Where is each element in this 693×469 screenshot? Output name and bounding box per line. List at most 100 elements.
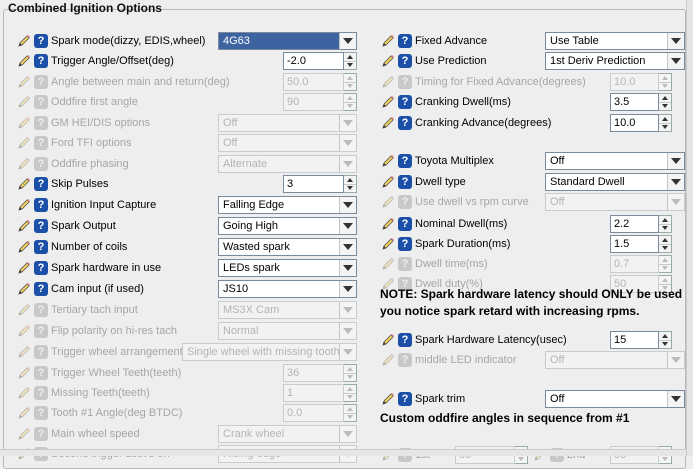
decrement-arrow-icon [515, 456, 527, 464]
chevron-down-icon[interactable] [667, 391, 684, 407]
option-row-flip-polarity-on-hi-res-tach: ? Flip polarity on hi-res tach [17, 321, 177, 341]
edit-pencil-icon[interactable] [17, 240, 31, 254]
number-of-coils-dropdown[interactable]: Wasted spark [218, 238, 357, 256]
edit-pencil-icon[interactable] [381, 34, 395, 48]
spinner-value-field[interactable]: 3 [283, 175, 344, 193]
skip-pulses-spinner[interactable]: 3 [283, 175, 357, 193]
decrement-arrow-icon[interactable] [659, 225, 671, 233]
edit-pencil-icon[interactable] [17, 54, 31, 68]
chevron-down-icon[interactable] [339, 281, 356, 297]
help-icon[interactable]: ? [398, 116, 412, 130]
increment-arrow-icon[interactable] [344, 53, 356, 62]
trigger-angle-offset-deg-spinner[interactable]: -2.0 [283, 52, 357, 70]
chevron-down-icon[interactable] [667, 153, 684, 169]
help-icon[interactable]: ? [398, 333, 412, 347]
decrement-arrow-icon[interactable] [659, 245, 671, 253]
spinner-value-field[interactable]: 10.0 [610, 114, 659, 132]
fixed-advance-dropdown[interactable]: Use Table [545, 32, 685, 50]
help-icon[interactable]: ? [398, 237, 412, 251]
spark-output-dropdown[interactable]: Going High [218, 217, 357, 235]
decrement-arrow-icon [344, 394, 356, 402]
help-icon[interactable]: ? [34, 54, 48, 68]
option-label: Fixed Advance [415, 35, 488, 47]
increment-arrow-icon[interactable] [659, 115, 671, 124]
spinner-value-field: 0.0 [283, 404, 344, 422]
help-icon[interactable]: ? [34, 219, 48, 233]
chevron-down-icon[interactable] [339, 197, 356, 213]
edit-pencil-icon[interactable] [381, 175, 395, 189]
vertical-scrollbar[interactable] [686, 0, 693, 456]
edit-pencil-icon[interactable] [17, 34, 31, 48]
help-icon[interactable]: ? [34, 34, 48, 48]
edit-pencil-icon[interactable] [17, 198, 31, 212]
chevron-down-icon[interactable] [339, 33, 356, 49]
spinner-value-field: 10.0 [610, 73, 659, 91]
increment-arrow-icon[interactable] [659, 216, 671, 225]
decrement-arrow-icon[interactable] [344, 62, 356, 70]
increment-arrow-icon[interactable] [659, 236, 671, 245]
edit-pencil-icon[interactable] [381, 392, 395, 406]
help-icon[interactable]: ? [34, 177, 48, 191]
edit-pencil-icon[interactable] [381, 116, 395, 130]
spinner-value-field[interactable]: 2.2 [610, 215, 659, 233]
edit-pencil-icon[interactable] [381, 333, 395, 347]
cranking-advance-degrees-spinner[interactable]: 10.0 [610, 114, 672, 132]
help-icon[interactable]: ? [398, 95, 412, 109]
toyota-multiplex-dropdown[interactable]: Off [545, 152, 685, 170]
spinner-value-field[interactable]: 15 [610, 331, 659, 349]
horizontal-scrollbar[interactable] [0, 449, 686, 456]
help-icon[interactable]: ? [398, 54, 412, 68]
edit-pencil-icon[interactable] [17, 219, 31, 233]
edit-pencil-icon[interactable] [17, 177, 31, 191]
spark-trim-dropdown[interactable]: Off [545, 390, 685, 408]
increment-arrow-icon[interactable] [344, 176, 356, 185]
decrement-arrow-icon[interactable] [659, 124, 671, 132]
nominal-dwell-ms-spinner[interactable]: 2.2 [610, 215, 672, 233]
help-icon[interactable]: ? [398, 217, 412, 231]
chevron-down-icon[interactable] [339, 218, 356, 234]
help-icon[interactable]: ? [398, 175, 412, 189]
increment-arrow-icon[interactable] [659, 94, 671, 103]
decrement-arrow-icon[interactable] [659, 103, 671, 111]
cam-input-if-used-dropdown[interactable]: JS10 [218, 280, 357, 298]
option-label: Toyota Multiplex [415, 155, 494, 167]
edit-pencil-icon[interactable] [381, 154, 395, 168]
help-icon[interactable]: ? [34, 240, 48, 254]
help-icon[interactable]: ? [34, 261, 48, 275]
edit-pencil-icon[interactable] [17, 261, 31, 275]
edit-pencil-icon[interactable] [381, 237, 395, 251]
decrement-arrow-icon[interactable] [344, 185, 356, 193]
dwell-type-dropdown[interactable]: Standard Dwell [545, 173, 685, 191]
option-label: Tertiary tach input [51, 304, 138, 316]
chevron-down-icon[interactable] [339, 260, 356, 276]
edit-pencil-icon[interactable] [381, 95, 395, 109]
help-icon[interactable]: ? [398, 392, 412, 406]
decrement-arrow-icon[interactable] [659, 341, 671, 349]
help-icon[interactable]: ? [34, 198, 48, 212]
chevron-down-icon [339, 115, 356, 131]
option-row-timing-for-fixed-advance-degrees: ? Timing for Fixed Advance(degrees) [381, 72, 586, 92]
chevron-down-icon[interactable] [667, 174, 684, 190]
spinner-value-field[interactable]: 3.5 [610, 93, 659, 111]
cranking-dwell-ms-spinner[interactable]: 3.5 [610, 93, 672, 111]
edit-pencil-icon[interactable] [381, 54, 395, 68]
use-prediction-dropdown[interactable]: 1st Deriv Prediction [545, 52, 685, 70]
edit-pencil-icon[interactable] [381, 217, 395, 231]
spinner-value-field[interactable]: 1.5 [610, 235, 659, 253]
chevron-down-icon[interactable] [339, 239, 356, 255]
spinner-value-field[interactable]: -2.0 [283, 52, 344, 70]
help-icon[interactable]: ? [34, 282, 48, 296]
spark-duration-ms-spinner[interactable]: 1.5 [610, 235, 672, 253]
option-row-spark-mode-dizzy-edis-wheel: ? Spark mode(dizzy, EDIS,wheel) [17, 31, 205, 51]
spark-hardware-in-use-dropdown[interactable]: LEDs spark [218, 259, 357, 277]
help-icon[interactable]: ? [398, 154, 412, 168]
ignition-input-capture-dropdown[interactable]: Falling Edge [218, 196, 357, 214]
increment-arrow-icon[interactable] [659, 332, 671, 341]
spark-hardware-latency-usec-spinner[interactable]: 15 [610, 331, 672, 349]
help-icon[interactable]: ? [398, 34, 412, 48]
spark-mode-dizzy-edis-wheel-dropdown[interactable]: 4G63 [218, 32, 357, 50]
chevron-down-icon[interactable] [667, 33, 684, 49]
edit-pencil-icon[interactable] [17, 282, 31, 296]
spinner-buttons [659, 215, 672, 233]
chevron-down-icon[interactable] [667, 53, 684, 69]
